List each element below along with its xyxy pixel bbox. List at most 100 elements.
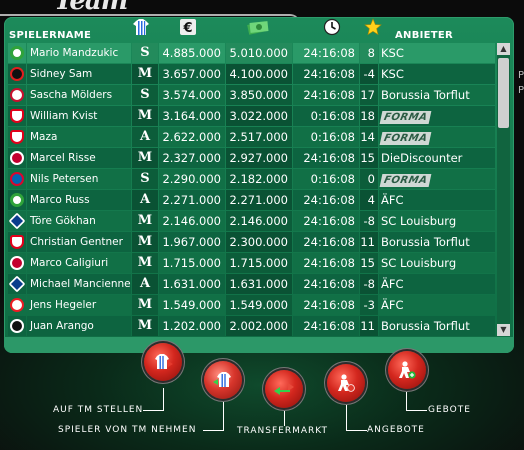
- gebote-button[interactable]: [388, 351, 426, 389]
- market-value: 2.146.000: [159, 211, 225, 231]
- club-crest-icon: [10, 46, 24, 60]
- column-header-name[interactable]: SPIELERNAME: [9, 30, 91, 41]
- market-value: 3.164.000: [159, 106, 225, 126]
- player-offer-icon: [338, 374, 355, 392]
- player-row[interactable]: Michael Mancienne A 1.631.000 1.631.000 24:1…: [8, 274, 495, 294]
- player-name[interactable]: William Kvist: [27, 106, 131, 126]
- club-crest-cell: [8, 211, 26, 231]
- club-crest-icon: [10, 319, 24, 333]
- player-row[interactable]: Juan Arango M 1.202.000 2.002.000 24:16:08 11…: [8, 316, 495, 336]
- player-name[interactable]: Jens Hegeler: [27, 295, 131, 315]
- scroll-thumb[interactable]: [498, 58, 509, 128]
- time-remaining: 24:16:08: [293, 253, 359, 273]
- connector-angebote: [346, 405, 367, 431]
- scroll-down-button[interactable]: ▼: [497, 324, 510, 336]
- player-name[interactable]: Marco Russ: [27, 190, 131, 210]
- angebote-button[interactable]: [327, 364, 365, 402]
- rating: 15: [360, 148, 378, 168]
- asking-price: 2.146.000: [226, 211, 292, 231]
- player-row[interactable]: Maza A 2.622.000 2.517.000 0:16:08 14 FORMA: [8, 127, 495, 147]
- market-value: 2.622.000: [159, 127, 225, 147]
- column-header-seller[interactable]: ANBIETER: [395, 30, 453, 41]
- asking-price: 1.631.000: [226, 274, 292, 294]
- player-name[interactable]: Juan Arango: [27, 316, 131, 336]
- player-position: A: [132, 274, 158, 294]
- player-row[interactable]: Töre Gökhan M 2.146.000 2.146.000 24:16:08 -8…: [8, 211, 495, 231]
- player-row[interactable]: Nils Petersen S 2.290.000 2.182.000 0:16:08 0…: [8, 169, 495, 189]
- clock-icon[interactable]: [323, 18, 341, 36]
- label-transfermarkt: TRANSFERMARKT: [237, 426, 328, 436]
- club-crest-icon: [10, 109, 24, 123]
- table-scrollbar[interactable]: ▲ ▼: [497, 43, 510, 336]
- asking-price: 3.850.000: [226, 85, 292, 105]
- player-position: M: [132, 211, 158, 231]
- asking-price: 1.715.000: [226, 253, 292, 273]
- asking-price: 2.182.000: [226, 169, 292, 189]
- club-crest-icon: [10, 67, 24, 81]
- club-crest-icon: [10, 172, 24, 186]
- seller-name: ÄFC: [379, 295, 495, 315]
- player-table: Mario Mandzukic S 4.885.000 5.010.000 24:16:…: [8, 43, 495, 337]
- auf-tm-stellen-button[interactable]: [144, 343, 182, 381]
- rating: -8: [360, 274, 378, 294]
- seller-cell: FORMA: [379, 169, 495, 189]
- player-row[interactable]: Sascha Mölders S 3.574.000 3.850.000 24:16:0…: [8, 85, 495, 105]
- player-position: M: [132, 106, 158, 126]
- player-name[interactable]: Marco Caligiuri: [27, 253, 131, 273]
- club-crest-cell: [8, 106, 26, 126]
- player-position: M: [132, 316, 158, 336]
- market-value: 4.885.000: [159, 43, 225, 63]
- player-name[interactable]: Christian Gentner: [27, 232, 131, 252]
- player-row[interactable]: Christian Gentner M 1.967.000 2.300.000 24:1…: [8, 232, 495, 252]
- player-row[interactable]: Marco Caligiuri M 1.715.000 1.715.000 24:16:…: [8, 253, 495, 273]
- euro-icon[interactable]: €: [179, 18, 197, 36]
- player-row[interactable]: Marcel Risse M 2.327.000 2.927.000 24:16:08 1…: [8, 148, 495, 168]
- player-row[interactable]: William Kvist M 3.164.000 3.022.000 0:16:08 1…: [8, 106, 495, 126]
- scroll-up-button[interactable]: ▲: [497, 43, 510, 55]
- jersey-to-market-icon: [155, 354, 173, 369]
- club-crest-icon: [10, 88, 24, 102]
- connector-gebote: [406, 392, 427, 411]
- player-row[interactable]: Jens Hegeler M 1.549.000 1.549.000 24:16:08-…: [8, 295, 495, 315]
- forma-logo: FORMA: [379, 174, 432, 187]
- player-position: M: [132, 253, 158, 273]
- player-name[interactable]: Michael Mancienne: [27, 274, 131, 294]
- player-row[interactable]: Mario Mandzukic S 4.885.000 5.010.000 24:16:…: [8, 43, 495, 63]
- spieler-von-tm-nehmen-button[interactable]: [204, 361, 242, 399]
- jersey-icon[interactable]: [132, 18, 150, 36]
- club-crest-icon: [10, 130, 24, 144]
- club-crest-icon: [10, 235, 24, 249]
- seller-name: Borussia Torflut: [379, 316, 495, 336]
- player-name[interactable]: Sascha Mölders: [27, 85, 131, 105]
- rating: 15: [360, 253, 378, 273]
- player-name[interactable]: Nils Petersen: [27, 169, 131, 189]
- svg-text:€: €: [182, 21, 192, 36]
- market-value: 3.574.000: [159, 85, 225, 105]
- player-name[interactable]: Marcel Risse: [27, 148, 131, 168]
- money-icon[interactable]: [247, 18, 269, 36]
- jersey-from-market-icon: [213, 372, 231, 387]
- label-angebote: ANGEBOTE: [367, 425, 425, 435]
- asking-price: 4.100.000: [226, 64, 292, 84]
- club-crest-icon: [10, 256, 24, 270]
- player-row[interactable]: Marco Russ A 2.271.000 2.271.000 24:16:08 4 ÄF…: [8, 190, 495, 210]
- player-name[interactable]: Töre Gökhan: [27, 211, 131, 231]
- time-remaining: 0:16:08: [293, 169, 359, 189]
- market-value: 1.967.000: [159, 232, 225, 252]
- player-row[interactable]: Sidney Sam M 3.657.000 4.100.000 24:16:08 -4 K…: [8, 64, 495, 84]
- time-remaining: 24:16:08: [293, 148, 359, 168]
- star-icon[interactable]: [364, 18, 382, 36]
- player-name[interactable]: Maza: [27, 127, 131, 147]
- player-name[interactable]: Sidney Sam: [27, 64, 131, 84]
- rating: -4: [360, 64, 378, 84]
- player-bid-icon: [399, 361, 416, 379]
- connector-spieler-von-tm: [203, 402, 224, 431]
- time-remaining: 24:16:08: [293, 295, 359, 315]
- transfermarkt-button[interactable]: [265, 370, 303, 408]
- club-crest-cell: [8, 232, 26, 252]
- player-name[interactable]: Mario Mandzukic: [27, 43, 131, 63]
- player-position: S: [132, 43, 158, 63]
- time-remaining: 24:16:08: [293, 274, 359, 294]
- rating: 14: [360, 127, 378, 147]
- club-crest-cell: [8, 169, 26, 189]
